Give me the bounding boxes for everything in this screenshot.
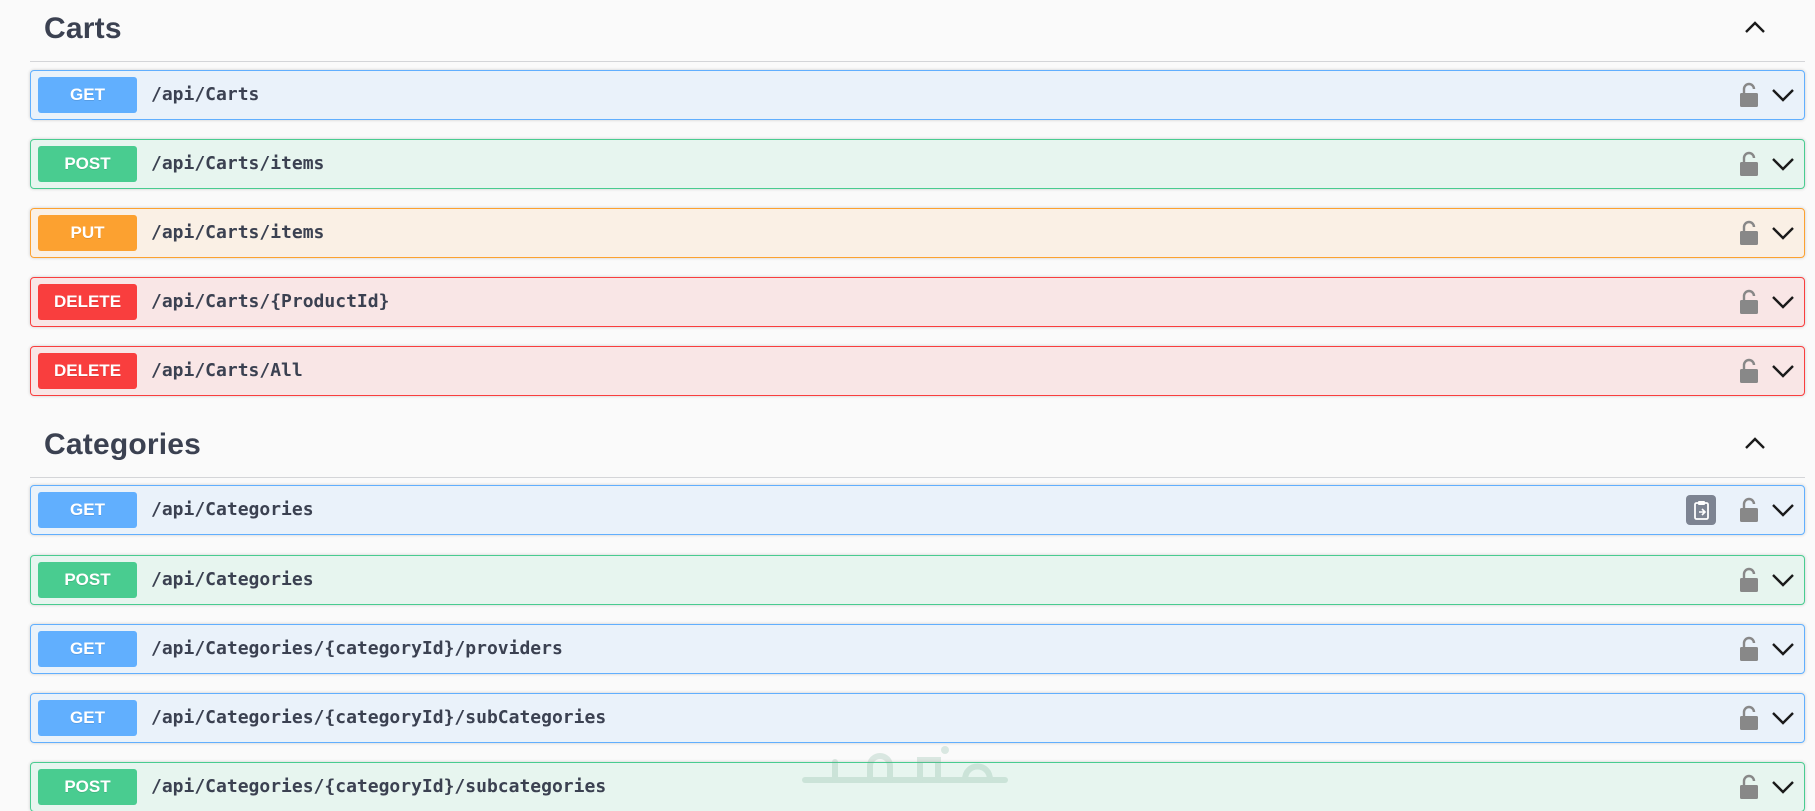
operation-path: /api/Categories/{categoryId}/subCategori… (151, 707, 607, 728)
chevron-down-icon[interactable] (1770, 83, 1796, 107)
lock-open-icon[interactable] (1738, 774, 1760, 800)
chevron-down-icon[interactable] (1770, 775, 1796, 799)
chevron-down-icon[interactable] (1770, 152, 1796, 176)
lock-open-icon[interactable] (1738, 220, 1760, 246)
lock-open-icon[interactable] (1738, 151, 1760, 177)
operation-path: /api/Carts (151, 84, 260, 105)
chevron-down-icon[interactable] (1770, 290, 1796, 314)
operation-delete-carts-productid[interactable]: DELETE /api/Carts/{ProductId} (30, 277, 1805, 327)
operation-path: /api/Carts/All (151, 360, 303, 381)
chevron-up-icon[interactable] (1741, 14, 1769, 42)
operation-get-category-subcategories[interactable]: GET /api/Categories/{categoryId}/subCate… (30, 693, 1805, 743)
method-badge: DELETE (38, 353, 137, 389)
section-header-carts[interactable]: Carts (30, 0, 1805, 62)
operation-path: /api/Categories (151, 499, 314, 520)
lock-open-icon[interactable] (1738, 705, 1760, 731)
method-badge: GET (38, 492, 137, 528)
operation-delete-carts-all[interactable]: DELETE /api/Carts/All (30, 346, 1805, 396)
operation-path: /api/Categories (151, 569, 314, 590)
operation-path: /api/Carts/items (151, 153, 325, 174)
operation-put-carts-items[interactable]: PUT /api/Carts/items (30, 208, 1805, 258)
operation-get-carts[interactable]: GET /api/Carts (30, 70, 1805, 120)
chevron-down-icon[interactable] (1770, 637, 1796, 661)
lock-open-icon[interactable] (1738, 289, 1760, 315)
chevron-down-icon[interactable] (1770, 568, 1796, 592)
operation-path: /api/Categories/{categoryId}/providers (151, 638, 563, 659)
method-badge: GET (38, 77, 137, 113)
operation-path: /api/Carts/items (151, 222, 325, 243)
chevron-down-icon[interactable] (1770, 498, 1796, 522)
section-title: Categories (44, 428, 202, 461)
operation-path: /api/Carts/{ProductId} (151, 291, 390, 312)
method-badge: POST (38, 769, 137, 805)
chevron-up-icon[interactable] (1741, 430, 1769, 458)
lock-open-icon[interactable] (1738, 497, 1760, 523)
section-title: Carts (44, 12, 122, 45)
operation-post-carts-items[interactable]: POST /api/Carts/items (30, 139, 1805, 189)
swagger-ui-page: Carts GET /api/Carts POST /api/Carts/ite… (0, 0, 1815, 811)
watermark-logo (802, 746, 1008, 783)
operation-post-categories[interactable]: POST /api/Categories (30, 555, 1805, 605)
chevron-down-icon[interactable] (1770, 221, 1796, 245)
method-badge: GET (38, 631, 137, 667)
operation-get-category-providers[interactable]: GET /api/Categories/{categoryId}/provide… (30, 624, 1805, 674)
lock-open-icon[interactable] (1738, 567, 1760, 593)
section-carts: Carts GET /api/Carts POST /api/Carts/ite… (30, 0, 1805, 396)
clipboard-copy-icon (1694, 501, 1709, 520)
method-badge: POST (38, 562, 137, 598)
chevron-down-icon[interactable] (1770, 359, 1796, 383)
operation-path: /api/Categories/{categoryId}/subcategori… (151, 776, 607, 797)
operation-get-categories[interactable]: GET /api/Categories (30, 485, 1805, 535)
copy-to-clipboard-button[interactable] (1686, 495, 1716, 525)
method-badge: DELETE (38, 284, 137, 320)
section-header-categories[interactable]: Categories (30, 416, 1805, 478)
chevron-down-icon[interactable] (1770, 706, 1796, 730)
lock-open-icon[interactable] (1738, 636, 1760, 662)
lock-open-icon[interactable] (1738, 358, 1760, 384)
section-categories: Categories GET /api/Categories POST /api… (30, 416, 1805, 811)
lock-open-icon[interactable] (1738, 82, 1760, 108)
method-badge: POST (38, 146, 137, 182)
method-badge: GET (38, 700, 137, 736)
method-badge: PUT (38, 215, 137, 251)
